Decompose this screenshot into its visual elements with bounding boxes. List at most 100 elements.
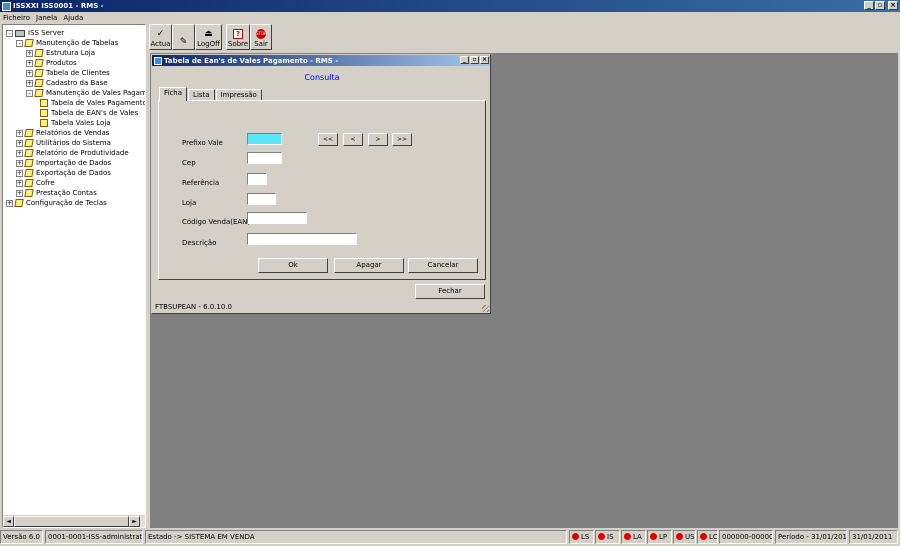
- tree-item-label: Exportação de Dados: [36, 169, 111, 177]
- descricao-field[interactable]: [247, 233, 357, 245]
- indicator-lp: LP: [647, 530, 672, 544]
- tree-item-label: Cofre: [36, 179, 55, 187]
- expand-icon[interactable]: +: [26, 79, 33, 87]
- tree-item[interactable]: + Prestação Contas: [16, 188, 97, 198]
- expand-icon[interactable]: +: [16, 189, 23, 197]
- tree-item[interactable]: + Utilitários do Sistema: [16, 138, 111, 148]
- indicator-label: LP: [659, 533, 668, 541]
- tree-item[interactable]: + Configuração de Teclas: [6, 198, 107, 208]
- loja-field[interactable]: [247, 193, 276, 205]
- fechar-button[interactable]: Fechar: [415, 284, 485, 299]
- folder-icon: [24, 129, 34, 137]
- first-record-button[interactable]: <<: [318, 133, 338, 146]
- tree-item-label: Estrutura Loja: [46, 49, 95, 57]
- scroll-left-arrow-icon[interactable]: ◄: [3, 516, 14, 527]
- expand-icon[interactable]: +: [26, 59, 33, 67]
- expand-icon[interactable]: +: [16, 139, 23, 147]
- prefixo-vale-label: Prefixo Vale: [182, 139, 223, 147]
- collapse-icon[interactable]: -: [26, 89, 33, 97]
- tree-item[interactable]: Tabela de EAN's de Vales: [38, 108, 138, 118]
- tree-item[interactable]: + Cadastro da Base: [26, 78, 108, 88]
- logoff-button[interactable]: ⏏ LogOff: [195, 24, 222, 50]
- edit-icon: ✎: [179, 37, 188, 47]
- toolbar: ✓ Actua ✎ ⏏ LogOff ? Sobre STOP Sair: [149, 24, 279, 51]
- tree-item[interactable]: - Manutenção de Vales Pagamento: [26, 88, 145, 98]
- actua-button[interactable]: ✓ Actua: [149, 24, 172, 50]
- expand-icon[interactable]: +: [26, 49, 33, 57]
- tree-item[interactable]: + Produtos: [26, 58, 77, 68]
- folder-icon: [34, 49, 44, 57]
- date-status: 31/01/2011: [849, 530, 898, 544]
- menu-ajuda[interactable]: Ajuda: [60, 14, 86, 22]
- tree-item[interactable]: - ISS Server: [6, 28, 64, 38]
- resize-grip-icon[interactable]: [482, 305, 489, 312]
- tree-item-label: Tabela de Vales Pagamento: [51, 99, 145, 107]
- expand-icon[interactable]: +: [16, 179, 23, 187]
- descricao-label: Descrição: [182, 239, 217, 247]
- scroll-right-arrow-icon[interactable]: ►: [129, 516, 140, 527]
- close-button[interactable]: ×: [888, 1, 898, 10]
- folder-icon: [24, 179, 34, 187]
- period-status: Período - 31/01/2011: [775, 530, 847, 544]
- tree-item[interactable]: - Manutenção de Tabelas: [16, 38, 118, 48]
- tree-item-label: Produtos: [46, 59, 77, 67]
- tab-ficha[interactable]: Ficha: [159, 87, 188, 101]
- indicator-us: US: [673, 530, 696, 544]
- tree-item[interactable]: + Relatório de Produtividade: [16, 148, 129, 158]
- ok-button[interactable]: Ok: [258, 258, 328, 273]
- referencia-field[interactable]: [247, 173, 267, 185]
- folder-icon: [24, 159, 34, 167]
- expand-icon[interactable]: +: [16, 159, 23, 167]
- next-record-button[interactable]: >: [368, 133, 388, 146]
- actua-label: Actua: [150, 40, 171, 48]
- tree-item-label: Tabela de Clientes: [46, 69, 110, 77]
- folder-icon: [24, 139, 34, 147]
- tree-item[interactable]: Tabela de Vales Pagamento: [38, 98, 145, 108]
- scroll-thumb[interactable]: [14, 516, 129, 527]
- menu-ficheiro[interactable]: Ficheiro: [0, 14, 33, 22]
- indicator-la: LA: [621, 530, 646, 544]
- sair-button[interactable]: STOP Sair: [250, 24, 272, 50]
- indicator-label: LC: [709, 533, 718, 541]
- indicator-label: IS: [607, 533, 614, 541]
- expand-icon[interactable]: +: [26, 69, 33, 77]
- last-record-button[interactable]: >>: [392, 133, 412, 146]
- child-minimize-button[interactable]: _: [460, 56, 469, 64]
- child-title-bar[interactable]: Tabela de Ean's de Vales Pagamento - RMS…: [152, 55, 490, 66]
- checkmark-icon: ✓: [156, 29, 165, 39]
- maximize-button[interactable]: ▫: [875, 1, 885, 10]
- tree-item[interactable]: + Cofre: [16, 178, 55, 188]
- menu-janela[interactable]: Janela: [33, 14, 60, 22]
- tree-item[interactable]: Tabela Vales Loja: [38, 118, 111, 128]
- collapse-icon[interactable]: -: [16, 39, 23, 47]
- child-window-title: Tabela de Ean's de Vales Pagamento - RMS…: [164, 56, 339, 65]
- tree-horizontal-scrollbar[interactable]: ◄ ►: [3, 515, 145, 527]
- expand-icon[interactable]: +: [16, 149, 23, 157]
- tree-item[interactable]: + Relatórios de Vendas: [16, 128, 109, 138]
- apagar-button[interactable]: Apagar: [334, 258, 404, 273]
- sobre-button[interactable]: ? Sobre: [226, 24, 250, 50]
- child-close-button[interactable]: ×: [480, 56, 489, 64]
- tree-item-label: ISS Server: [28, 29, 65, 37]
- child-maximize-button[interactable]: ▫: [470, 56, 479, 64]
- tree-item[interactable]: + Estrutura Loja: [26, 48, 95, 58]
- codigo-venda-field[interactable]: [247, 212, 307, 224]
- edit-button[interactable]: ✎: [172, 24, 195, 50]
- prefixo-vale-field[interactable]: [247, 133, 282, 145]
- tree-item[interactable]: + Tabela de Clientes: [26, 68, 110, 78]
- tree-item[interactable]: + Exportação de Dados: [16, 168, 111, 178]
- expand-icon[interactable]: +: [16, 129, 23, 137]
- collapse-icon[interactable]: -: [6, 29, 13, 37]
- logoff-label: LogOff: [197, 40, 220, 48]
- expand-icon[interactable]: +: [16, 169, 23, 177]
- cancelar-button[interactable]: Cancelar: [408, 258, 478, 273]
- tree-item-label: Relatório de Produtividade: [36, 149, 129, 157]
- folder-icon: [24, 169, 34, 177]
- cep-field[interactable]: [247, 152, 282, 164]
- expand-icon[interactable]: +: [6, 199, 13, 207]
- previous-record-button[interactable]: <: [343, 133, 363, 146]
- loja-label: Loja: [182, 199, 197, 207]
- minimize-button[interactable]: _: [864, 1, 874, 10]
- folder-icon: [24, 149, 34, 157]
- tree-item[interactable]: + Importação de Dados: [16, 158, 111, 168]
